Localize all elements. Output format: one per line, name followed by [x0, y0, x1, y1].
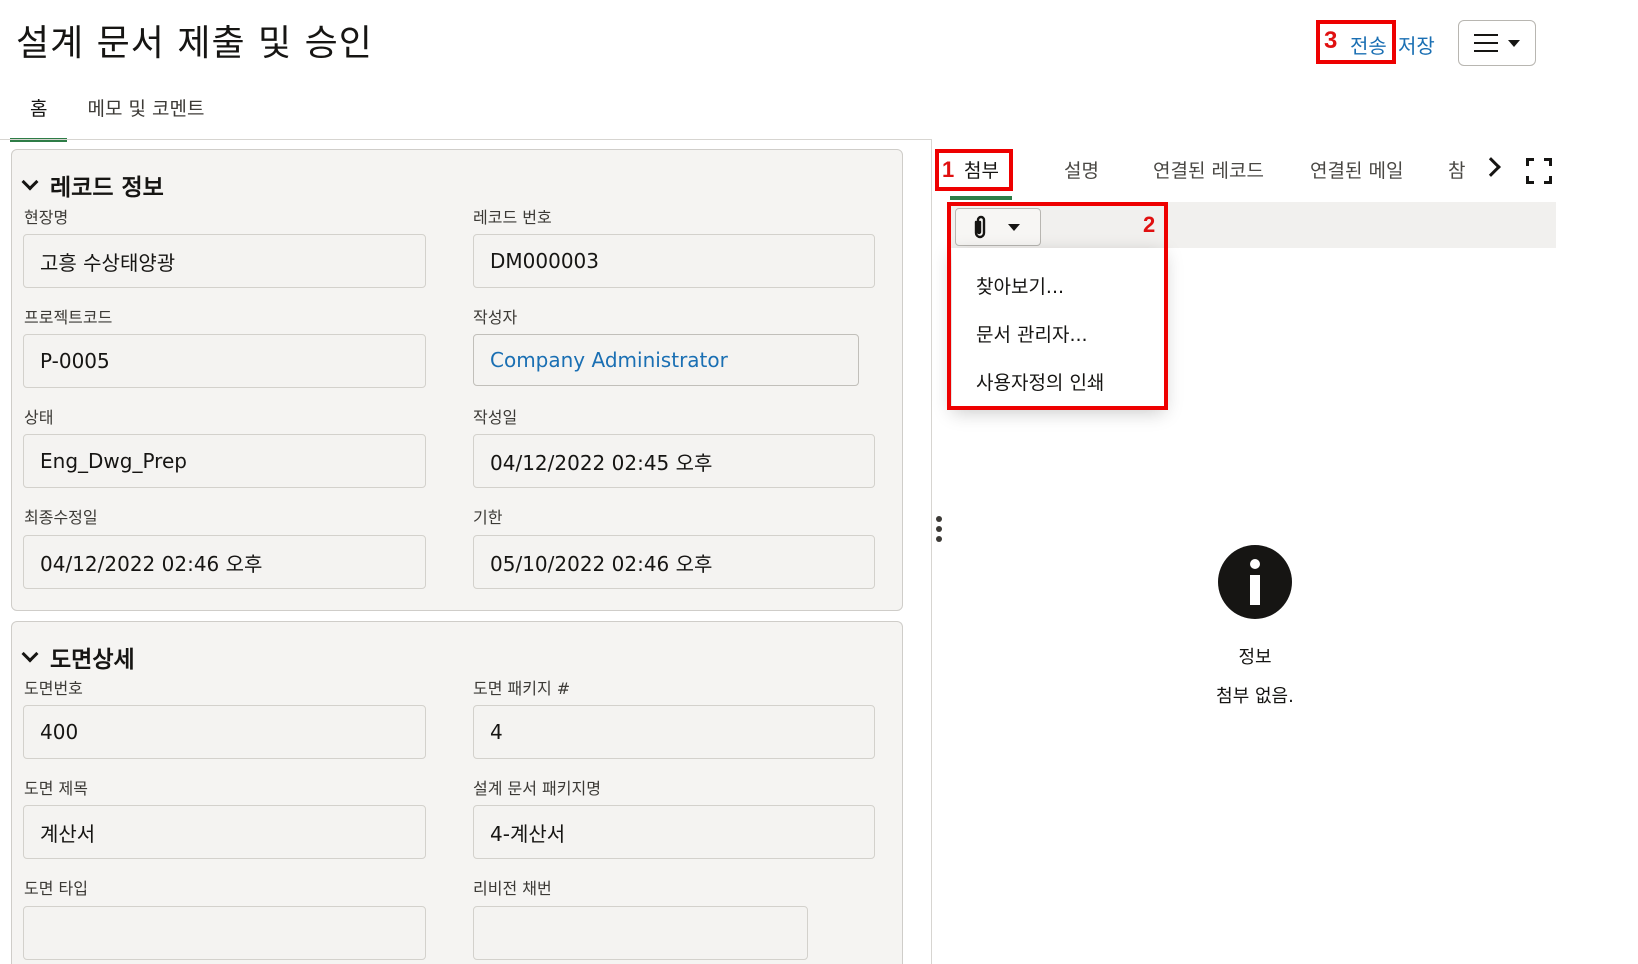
- created-label: 작성일: [473, 408, 518, 427]
- caret-down-icon: [1508, 39, 1520, 47]
- status-field[interactable]: Eng_Dwg_Prep: [23, 434, 426, 488]
- revision-field[interactable]: [473, 906, 808, 960]
- send-button[interactable]: 전송: [1350, 30, 1387, 59]
- record-no-label: 레코드 번호: [473, 208, 552, 227]
- expand-icon[interactable]: [1526, 158, 1552, 184]
- drawing-detail-panel: 도면상세 도면번호 400 도면 패키지 # 4 도면 제목 계산서 설계 문서…: [11, 621, 903, 964]
- revision-label: 리비전 채번: [473, 879, 552, 898]
- annotation-label-1: 1: [942, 157, 955, 182]
- tab-home[interactable]: 홈: [10, 86, 68, 142]
- tab-reference[interactable]: 참: [1448, 156, 1465, 183]
- package-no-label: 도면 패키지 #: [473, 679, 571, 698]
- empty-state-title: 정보: [1238, 647, 1272, 668]
- project-code-label: 프로젝트코드: [24, 308, 113, 327]
- tab-divider: [0, 139, 932, 140]
- site-name-label: 현장명: [24, 208, 69, 227]
- created-field[interactable]: 04/12/2022 02:45 오후: [473, 434, 875, 488]
- pane-splitter: [931, 139, 932, 964]
- tab-description[interactable]: 설명: [1064, 156, 1099, 183]
- modified-label: 최종수정일: [24, 508, 98, 527]
- save-button[interactable]: 저장: [1398, 30, 1435, 59]
- author-label: 작성자: [473, 308, 518, 327]
- chevron-down-icon: [21, 645, 39, 663]
- drawing-title-label: 도면 제목: [24, 779, 88, 798]
- due-label: 기한: [473, 508, 503, 527]
- tab-linked-records[interactable]: 연결된 레코드: [1153, 156, 1264, 183]
- package-name-label: 설계 문서 패키지명: [473, 779, 601, 798]
- tab-notes-comments[interactable]: 메모 및 코멘트: [67, 86, 224, 139]
- tab-attachments-underline: [950, 196, 1012, 200]
- drawing-type-field[interactable]: [23, 906, 426, 960]
- info-icon: [1218, 545, 1292, 619]
- status-label: 상태: [24, 408, 54, 427]
- drag-handle-icon[interactable]: [936, 516, 942, 542]
- author-link[interactable]: Company Administrator: [473, 334, 859, 386]
- annotation-label-2: 2: [1143, 212, 1156, 237]
- due-field[interactable]: 05/10/2022 02:46 오후: [473, 535, 875, 589]
- modified-field[interactable]: 04/12/2022 02:46 오후: [23, 535, 426, 589]
- record-info-panel: 레코드 정보 현장명 고흥 수상태양광 레코드 번호 DM000003 프로젝트…: [11, 149, 903, 611]
- project-code-field[interactable]: P-0005: [23, 334, 426, 388]
- drawing-type-label: 도면 타입: [24, 879, 88, 898]
- tab-attachments[interactable]: 첨부: [964, 156, 999, 183]
- drawing-detail-title: 도면상세: [50, 647, 135, 673]
- main-tab-bar: 홈 메모 및 코멘트: [10, 86, 224, 142]
- record-no-field[interactable]: DM000003: [473, 234, 875, 288]
- tab-linked-mail[interactable]: 연결된 메일: [1310, 156, 1403, 183]
- chevron-right-icon[interactable]: [1481, 157, 1501, 177]
- package-no-field[interactable]: 4: [473, 705, 875, 759]
- annotation-box-attach-menu: [947, 202, 1168, 410]
- annotation-label-3: 3: [1324, 27, 1338, 54]
- site-name-field[interactable]: 고흥 수상태양광: [23, 234, 426, 288]
- hamburger-icon: [1474, 34, 1498, 52]
- package-name-field[interactable]: 4-계산서: [473, 805, 875, 859]
- page-title: 설계 문서 제출 및 승인: [16, 23, 373, 64]
- record-info-title: 레코드 정보: [50, 175, 164, 201]
- drawing-title-field[interactable]: 계산서: [23, 805, 426, 859]
- drawing-no-label: 도면번호: [24, 679, 83, 698]
- actions-menu-button[interactable]: [1458, 20, 1536, 66]
- chevron-down-icon: [21, 173, 39, 191]
- drawing-detail-header[interactable]: 도면상세: [21, 640, 135, 674]
- drawing-no-field[interactable]: 400: [23, 705, 426, 759]
- record-info-header[interactable]: 레코드 정보: [21, 168, 164, 202]
- empty-state-message: 첨부 없음.: [1216, 686, 1294, 707]
